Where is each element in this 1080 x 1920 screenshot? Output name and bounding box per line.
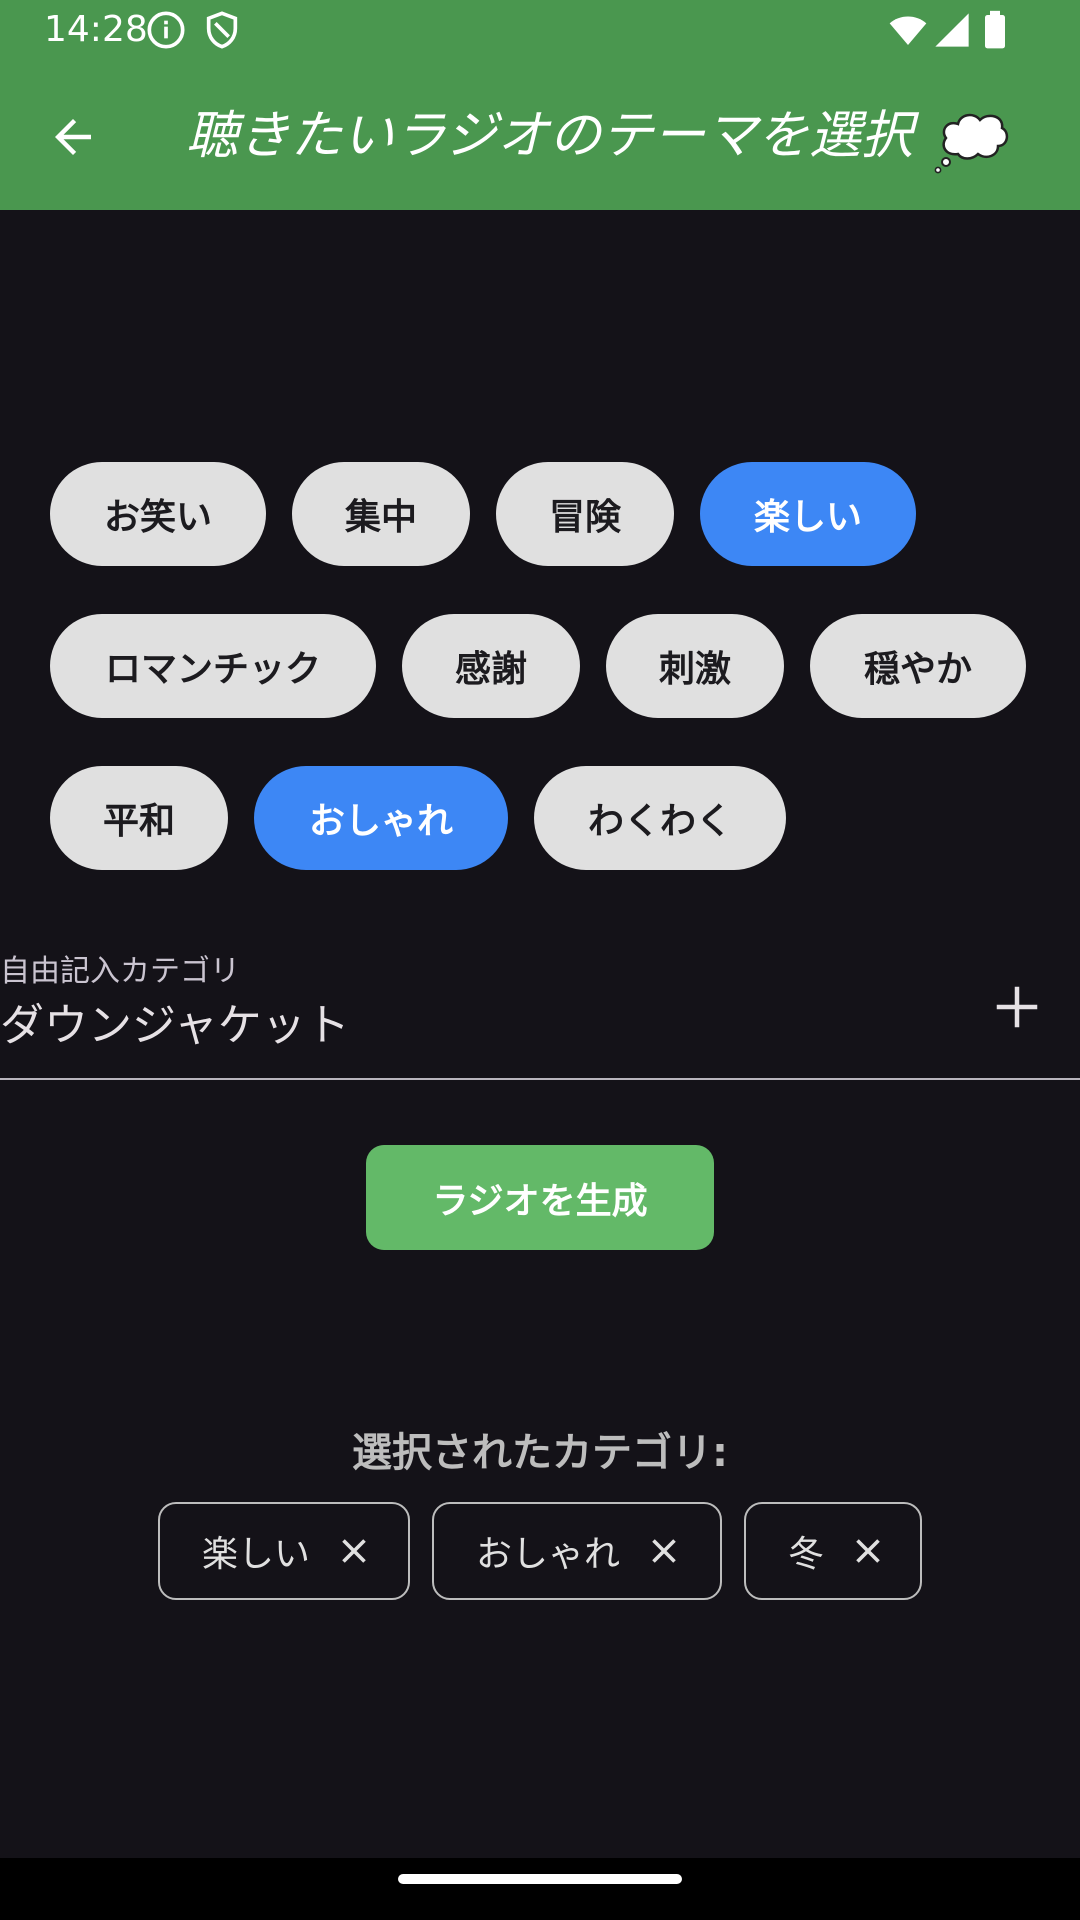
chip-row: お笑い 集中 冒険 楽しい: [50, 462, 1050, 566]
chip-row: ロマンチック 感謝 刺激 穏やか: [50, 614, 1050, 718]
chip-row: 平和 おしゃれ わくわく: [50, 766, 1050, 870]
close-icon[interactable]: [646, 1533, 682, 1569]
plus-icon: [996, 986, 1038, 1028]
battery-icon: [978, 10, 1012, 50]
wifi-icon: [886, 10, 930, 50]
arrow-back-icon: [55, 119, 91, 155]
close-icon[interactable]: [336, 1533, 372, 1569]
chip-tanoshii[interactable]: 楽しい: [700, 462, 916, 566]
app-bar: 14:28 聴きたいラジオのテーマを選択: [0, 0, 1080, 210]
chip-shuchu[interactable]: 集中: [292, 462, 470, 566]
navigation-bar: [0, 1858, 1080, 1920]
chip-wakuwaku[interactable]: わくわく: [534, 766, 786, 870]
info-icon: [146, 10, 186, 50]
chip-odayaka[interactable]: 穏やか: [810, 614, 1026, 718]
home-gesture-handle[interactable]: [398, 1874, 682, 1884]
selected-category-list: 楽しい おしゃれ 冬: [158, 1502, 922, 1600]
chip-romantic[interactable]: ロマンチック: [50, 614, 376, 718]
theme-chip-group: お笑い 集中 冒険 楽しい ロマンチック 感謝 刺激 穏やか 平和 おしゃれ わ…: [50, 462, 1050, 918]
page-title: 聴きたいラジオのテーマを選択: [186, 106, 913, 166]
close-icon[interactable]: [850, 1533, 886, 1569]
add-category-button[interactable]: [990, 980, 1044, 1034]
selected-chip-label: 楽しい: [202, 1534, 311, 1575]
chip-kansha[interactable]: 感謝: [402, 614, 580, 718]
chip-oshare[interactable]: おしゃれ: [254, 766, 508, 870]
custom-category-label: 自由記入カテゴリ: [0, 954, 240, 989]
status-time: 14:28: [44, 9, 148, 50]
selected-categories-title: 選択されたカテゴリ:: [352, 1430, 728, 1476]
back-button[interactable]: [40, 104, 106, 170]
chip-boken[interactable]: 冒険: [496, 462, 674, 566]
selected-chip: おしゃれ: [432, 1502, 722, 1600]
generate-radio-button[interactable]: ラジオを生成: [366, 1145, 714, 1250]
custom-category-input[interactable]: [0, 996, 960, 1056]
shield-icon: [202, 10, 242, 50]
thought-bubble-icon: [932, 104, 1012, 174]
chip-shigeki[interactable]: 刺激: [606, 614, 784, 718]
chip-owarai[interactable]: お笑い: [50, 462, 266, 566]
selected-chip: 冬: [744, 1502, 922, 1600]
signal-icon: [932, 10, 972, 50]
field-underline: [0, 1078, 1080, 1080]
screen: 14:28 聴きたいラジオのテーマを選択 お笑い 集中 冒険 楽しい ロマンチッ…: [0, 0, 1080, 1920]
chip-heiwa[interactable]: 平和: [50, 766, 228, 870]
selected-chip: 楽しい: [158, 1502, 410, 1600]
selected-chip-label: 冬: [788, 1534, 825, 1575]
selected-chip-label: おしゃれ: [476, 1534, 621, 1575]
